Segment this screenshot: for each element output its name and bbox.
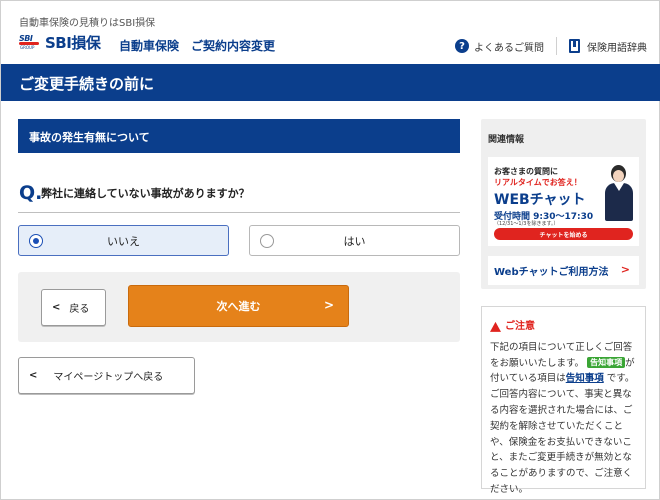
banner-note: （12/31～1/3を除きます。） xyxy=(494,221,559,227)
page-title: ご変更手続きの前に xyxy=(1,64,660,101)
glossary-label: 保険用語辞典 xyxy=(587,42,647,54)
next-button[interactable]: 次へ進む > xyxy=(128,285,349,327)
header-links: ? よくあるご質問 保険用語辞典 xyxy=(455,37,647,55)
disclosure-link[interactable]: 告知事項 xyxy=(566,373,604,384)
back-button[interactable]: < 戻る xyxy=(41,289,106,326)
chevron-left-icon: < xyxy=(29,370,38,381)
mypage-top-button[interactable]: < マイページトップへ戻る xyxy=(18,357,195,394)
webchat-howto-label: Webチャットご利用方法 xyxy=(494,267,609,278)
related-info-label: 関連情報 xyxy=(488,135,525,145)
section-heading: 事故の発生有無について xyxy=(18,119,460,153)
notice-body: 下記の項目について正しくご回答をお願いいたします。 告知事項 が付いている項目は告… xyxy=(490,340,638,498)
operator-face xyxy=(613,170,624,182)
answer-option-no[interactable]: いいえ xyxy=(18,225,229,256)
notice-heading-label: ご注意 xyxy=(505,321,535,332)
answer-option-label: いいえ xyxy=(107,234,140,248)
question-mark-label: Q. xyxy=(19,182,43,204)
header-tagline: 自動車保険の見積りはSBI損保 xyxy=(19,18,156,29)
webchat-howto-link[interactable]: Webチャットご利用方法 > xyxy=(488,256,639,285)
product-title: 自動車保険 ご契約内容変更 xyxy=(119,39,276,53)
notice-box: ご注意 下記の項目について正しくご回答をお願いいたします。 告知事項 が付いている… xyxy=(481,306,646,495)
webchat-banner[interactable]: お客さまの質問に リアルタイムでお答え！ WEBチャット 受付時間 9:30～1… xyxy=(488,157,639,246)
chevron-right-icon: > xyxy=(620,263,630,276)
notice-text3: です。ご回答内容について、事実と異なる内容を選択された場合には、ご契約を解除させ… xyxy=(490,373,635,495)
question-icon: ? xyxy=(455,39,469,53)
question-divider xyxy=(18,212,460,213)
warning-icon xyxy=(490,321,501,332)
answer-option-yes[interactable]: はい xyxy=(249,225,460,256)
operator-illustration xyxy=(602,163,634,223)
question-text: 弊社に連絡していない事故がありますか？ xyxy=(41,187,250,200)
logo-group-text: GROUP xyxy=(20,44,35,50)
sbi-logo-mark: SBI GROUP xyxy=(19,34,41,52)
banner-title: WEBチャット xyxy=(494,192,586,208)
chevron-right-icon: > xyxy=(323,298,334,312)
header-divider xyxy=(556,37,557,55)
notice-heading: ご注意 xyxy=(490,319,638,335)
radio-selected-icon[interactable] xyxy=(29,234,43,248)
radio-dot xyxy=(33,238,39,244)
logo-text: SBI損保 xyxy=(45,34,101,52)
back-button-label: 戻る xyxy=(69,304,90,315)
mypage-button-label: マイページトップへ戻る xyxy=(53,372,164,383)
page-frame: 自動車保険の見積りはSBI損保 SBI GROUP SBI損保 自動車保険 ご契… xyxy=(0,0,660,500)
disclosure-badge: 告知事項 xyxy=(587,356,626,368)
next-button-label: 次へ進む xyxy=(216,300,261,313)
banner-line1: お客さまの質問に xyxy=(494,167,558,176)
banner-line2: リアルタイムでお答え！ xyxy=(494,178,582,187)
sbi-logo[interactable]: SBI GROUP SBI損保 xyxy=(19,32,101,53)
faq-label: よくあるご質問 xyxy=(474,42,544,54)
faq-link[interactable]: ? よくあるご質問 xyxy=(455,39,544,54)
book-icon xyxy=(569,39,580,53)
radio-unselected-icon[interactable] xyxy=(260,234,274,248)
answer-option-label: はい xyxy=(343,234,366,248)
chevron-left-icon: < xyxy=(52,302,61,313)
glossary-link[interactable]: 保険用語辞典 xyxy=(569,39,647,54)
start-chat-button[interactable]: チャットを始める xyxy=(494,228,633,240)
